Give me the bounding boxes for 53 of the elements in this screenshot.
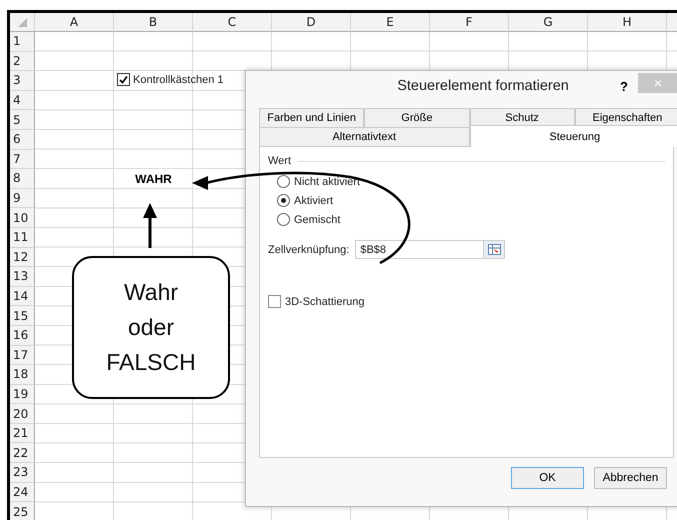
row-header[interactable]: 11 [10, 228, 35, 248]
row-header[interactable]: 1 [10, 32, 35, 52]
tab[interactable]: Alternativtext [259, 127, 470, 146]
field-label: Zellverknüpfung: [268, 244, 350, 256]
row-header[interactable]: 14 [10, 286, 35, 306]
up-arrow [143, 203, 157, 248]
row-header[interactable]: 16 [10, 326, 35, 346]
row-header[interactable]: 19 [10, 384, 35, 404]
cell-value: WAHR [135, 172, 172, 186]
row-header[interactable]: 21 [10, 424, 35, 444]
row-header[interactable]: 22 [10, 443, 35, 464]
radio-button[interactable] [277, 194, 290, 207]
help-button[interactable]: ? [610, 78, 638, 94]
row-header[interactable]: 2 [10, 52, 35, 72]
row-header[interactable]: 8 [10, 169, 35, 189]
row-header[interactable]: 7 [10, 150, 35, 170]
tab[interactable]: Farben und Linien [259, 108, 364, 127]
checkbox[interactable] [268, 295, 281, 308]
row-header[interactable]: 5 [10, 110, 35, 130]
radio-option[interactable]: Gemischt [277, 210, 665, 229]
cancel-button[interactable]: Abbrechen [594, 467, 667, 489]
ok-button[interactable]: OK [511, 467, 584, 489]
row-header[interactable]: 6 [10, 130, 35, 150]
row-header[interactable]: 23 [10, 463, 35, 483]
row-header[interactable]: 13 [10, 267, 35, 287]
row-header[interactable]: 15 [10, 306, 35, 326]
row-header[interactable]: 4 [10, 90, 35, 110]
radio-option[interactable]: Nicht aktiviert [277, 172, 665, 191]
row-header[interactable]: 3 [10, 71, 35, 91]
row-header[interactable]: 24 [10, 482, 35, 502]
range-picker-icon [488, 244, 501, 255]
shading-checkbox-option[interactable]: 3D-Schattierung [268, 295, 665, 308]
range-picker-button[interactable] [483, 241, 504, 258]
radio-button[interactable] [277, 175, 290, 188]
corner-triangle-icon [18, 18, 26, 26]
row-header[interactable]: 12 [10, 248, 35, 268]
callout-box: Wahr oder FALSCH [72, 256, 230, 399]
dialog-title: Steuerelement formatieren [396, 78, 570, 94]
checkbox[interactable] [117, 73, 130, 86]
row-header[interactable]: 9 [10, 188, 35, 208]
group-label: Wert [268, 155, 292, 167]
tab[interactable]: Steuerung [470, 125, 677, 147]
row-header[interactable]: 25 [10, 502, 35, 520]
radio-option[interactable]: Aktiviert [277, 191, 665, 210]
cell-link-field[interactable]: $B$8 [355, 240, 506, 259]
checkbox-control[interactable]: Kontrollkästchen 1 [117, 73, 224, 86]
row-header[interactable]: 18 [10, 365, 35, 385]
check-icon [119, 75, 128, 84]
radio-button[interactable] [277, 213, 290, 226]
tab[interactable]: Größe [364, 108, 470, 127]
row-header[interactable]: 17 [10, 346, 35, 366]
row-header[interactable]: 10 [10, 208, 35, 228]
row-header[interactable]: 20 [10, 404, 35, 424]
